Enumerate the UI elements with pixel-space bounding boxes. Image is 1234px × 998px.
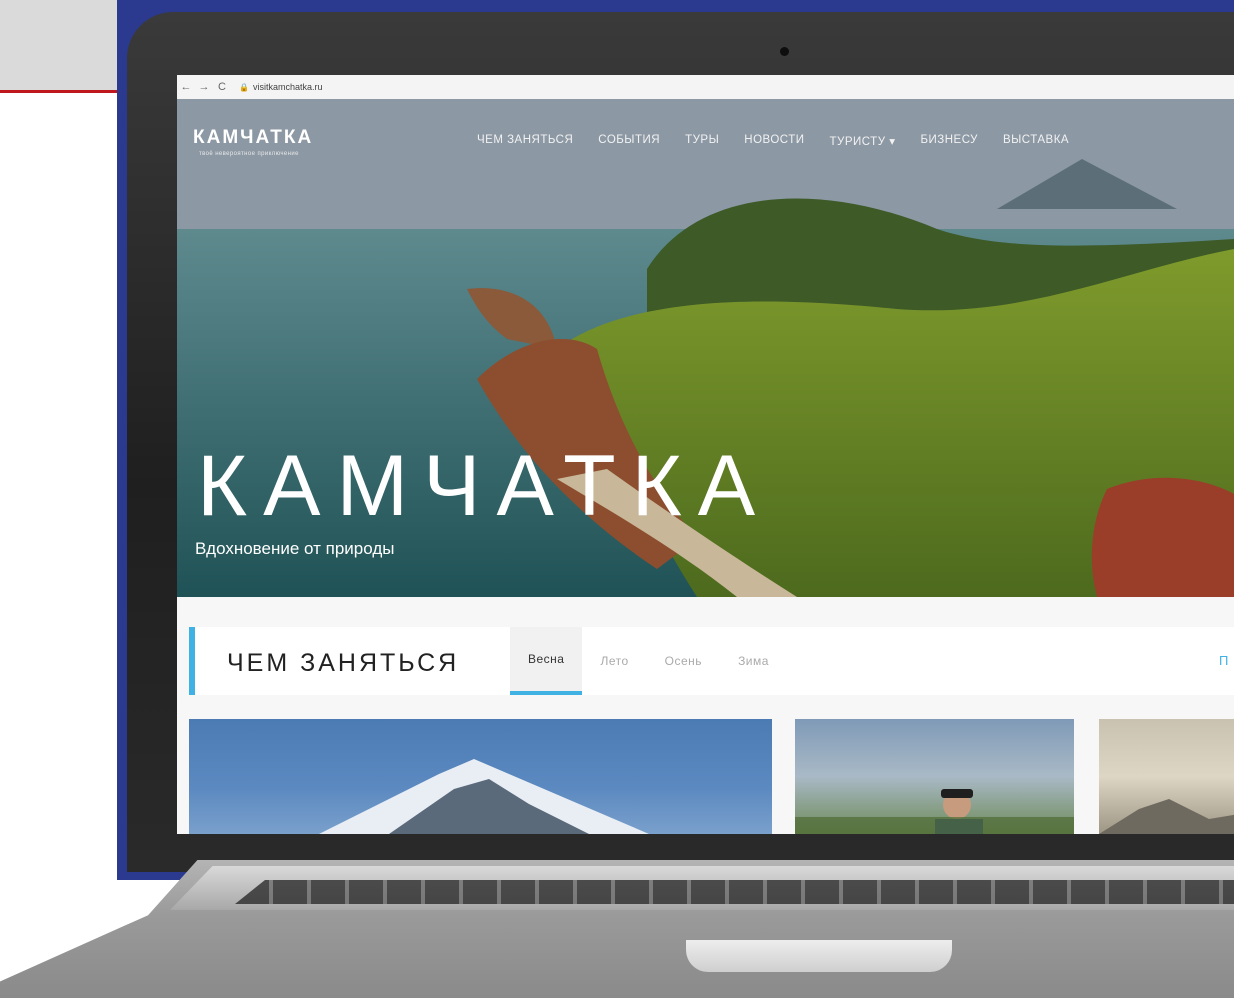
laptop-screen: ← → C 🔒 visitkamchatka.ru КАМЧАТКА твоё … <box>177 75 1234 834</box>
section-accent-bar <box>189 627 195 695</box>
address-bar[interactable]: 🔒 visitkamchatka.ru <box>239 82 323 92</box>
trackpad-notch <box>686 940 952 972</box>
activity-card-mountains[interactable] <box>1099 719 1234 834</box>
nav-item-business[interactable]: БИЗНЕСУ <box>920 134 977 148</box>
tab-winter[interactable]: Зима <box>720 627 787 695</box>
hero-banner: КАМЧАТКА твоё невероятное приключение ЧЕ… <box>177 99 1234 597</box>
more-link[interactable]: П <box>1219 653 1228 668</box>
nav-item-news[interactable]: НОВОСТИ <box>744 134 804 148</box>
nav-item-tours[interactable]: ТУРЫ <box>685 134 719 148</box>
main-navigation: ЧЕМ ЗАНЯТЬСЯ СОБЫТИЯ ТУРЫ НОВОСТИ ТУРИСТ… <box>477 134 1094 148</box>
url-text: visitkamchatka.ru <box>252 82 323 92</box>
tab-spring[interactable]: Весна <box>510 627 583 695</box>
reload-icon[interactable]: C <box>213 81 231 93</box>
activity-card-volcano[interactable] <box>189 719 772 834</box>
tab-autumn[interactable]: Осень <box>647 627 720 695</box>
activity-card-fishing[interactable] <box>795 719 1074 834</box>
browser-toolbar: ← → C 🔒 visitkamchatka.ru <box>177 75 1234 100</box>
site-tagline: твоё невероятное приключение <box>199 151 299 157</box>
nav-item-tourist[interactable]: ТУРИСТУ ▾ <box>829 134 895 148</box>
hero-title: КАМЧАТКА <box>197 438 772 534</box>
section-header: ЧЕМ ЗАНЯТЬСЯ Весна Лето Осень Зима П <box>189 627 1234 695</box>
back-icon[interactable]: ← <box>177 81 195 93</box>
nav-item-events[interactable]: СОБЫТИЯ <box>598 134 660 148</box>
slide-header-panel <box>0 0 117 92</box>
lock-icon: 🔒 <box>239 83 249 92</box>
nav-item-activities[interactable]: ЧЕМ ЗАНЯТЬСЯ <box>477 134 573 148</box>
mountain-image <box>1099 799 1234 834</box>
forward-icon[interactable]: → <box>195 81 213 93</box>
site-logo[interactable]: КАМЧАТКА <box>193 127 313 149</box>
section-title: ЧЕМ ЗАНЯТЬСЯ <box>227 649 460 677</box>
hero-subtitle: Вдохновение от природы <box>195 539 395 558</box>
webcam-icon <box>780 47 789 56</box>
season-tabs: Весна Лето Осень Зима <box>510 627 787 695</box>
keyboard <box>235 880 1234 904</box>
fisherman-image <box>795 789 1074 834</box>
activities-section: ЧЕМ ЗАНЯТЬСЯ Весна Лето Осень Зима П <box>177 597 1234 834</box>
nav-item-exhibition[interactable]: ВЫСТАВКА <box>1003 134 1069 148</box>
tab-summer[interactable]: Лето <box>582 627 646 695</box>
slide-accent-line <box>0 90 117 93</box>
volcano-image <box>319 759 649 834</box>
